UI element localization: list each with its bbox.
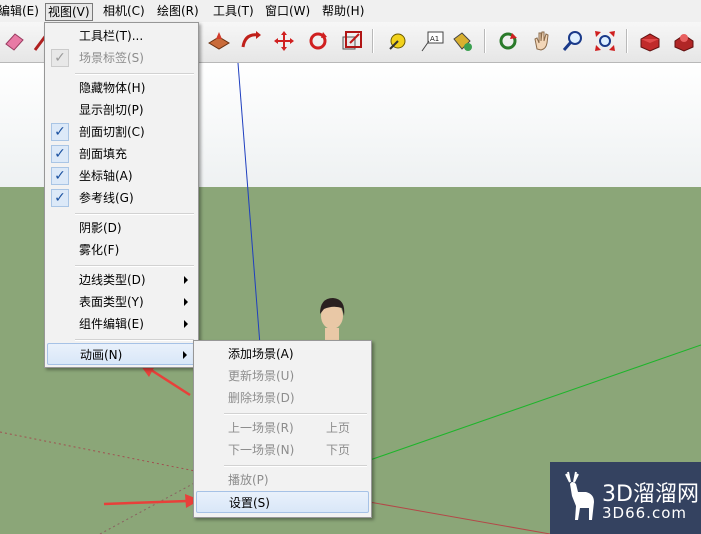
menu-item-label: 删除场景(D) bbox=[228, 391, 295, 405]
menu-item-label: 雾化(F) bbox=[79, 243, 120, 257]
blue-axis bbox=[237, 62, 261, 346]
menu-item-guides[interactable]: ✓ 参考线(G) bbox=[47, 187, 196, 209]
menu-item-label: 更新场景(U) bbox=[228, 369, 295, 383]
menu-item-label: 显示剖切(P) bbox=[79, 103, 144, 117]
menu-item-label: 动画(N) bbox=[80, 348, 123, 362]
menu-item-delete-scene[interactable]: 删除场景(D) bbox=[196, 387, 369, 409]
menu-item-edge-style[interactable]: 边线类型(D) bbox=[47, 269, 196, 291]
checkmark-icon: ✓ bbox=[51, 167, 69, 185]
green-axis bbox=[369, 344, 701, 461]
menu-separator bbox=[75, 73, 194, 75]
checkmark-icon: ✓ bbox=[51, 49, 69, 67]
red-axis-dotted bbox=[0, 431, 201, 473]
submenu-arrow-icon bbox=[184, 298, 188, 306]
checkmark-icon: ✓ bbox=[51, 123, 69, 141]
submenu-arrow-icon bbox=[184, 320, 188, 328]
checkmark-icon: ✓ bbox=[51, 189, 69, 207]
menu-item-label: 剖面切割(C) bbox=[79, 125, 145, 139]
menu-item-shadows[interactable]: 阴影(D) bbox=[47, 217, 196, 239]
menu-item-label: 播放(P) bbox=[228, 473, 269, 487]
menu-item-component-edit[interactable]: 组件编辑(E) bbox=[47, 313, 196, 335]
menu-item-label: 场景标签(S) bbox=[79, 51, 144, 65]
shortcut-label: 下页 bbox=[326, 443, 351, 457]
menu-item-fog[interactable]: 雾化(F) bbox=[47, 239, 196, 261]
menu-item-toolbars[interactable]: 工具栏(T)... bbox=[47, 25, 196, 47]
menu-separator bbox=[75, 213, 194, 215]
menu-item-scene-tabs[interactable]: ✓ 场景标签(S) bbox=[47, 47, 196, 69]
checkmark-icon: ✓ bbox=[51, 145, 69, 163]
menu-item-label: 添加场景(A) bbox=[228, 347, 294, 361]
menu-separator bbox=[75, 339, 194, 341]
menu-item-label: 隐藏物体(H) bbox=[79, 81, 146, 95]
menu-item-label: 工具栏(T)... bbox=[79, 29, 144, 43]
menu-item-label: 参考线(G) bbox=[79, 191, 134, 205]
menu-item-label: 下一场景(N) bbox=[228, 443, 295, 457]
menu-item-section-fill[interactable]: ✓ 剖面填充 bbox=[47, 143, 196, 165]
menu-item-label: 阴影(D) bbox=[79, 221, 122, 235]
menu-item-update-scene[interactable]: 更新场景(U) bbox=[196, 365, 369, 387]
menu-item-hidden-geometry[interactable]: 隐藏物体(H) bbox=[47, 77, 196, 99]
menu-item-label: 坐标轴(A) bbox=[79, 169, 133, 183]
annotation-arrow-2 bbox=[103, 494, 200, 508]
menu-item-label: 表面类型(Y) bbox=[79, 295, 144, 309]
watermark-url: 3D66.com bbox=[602, 504, 687, 522]
submenu-arrow-icon bbox=[183, 351, 187, 359]
menu-item-face-style[interactable]: 表面类型(Y) bbox=[47, 291, 196, 313]
menu-item-label: 组件编辑(E) bbox=[79, 317, 144, 331]
menu-item-next-scene[interactable]: 下一场景(N) 下页 bbox=[196, 439, 369, 461]
submenu-arrow-icon bbox=[184, 276, 188, 284]
menu-separator bbox=[224, 413, 367, 415]
deer-logo-icon bbox=[565, 471, 594, 520]
menu-item-animation[interactable]: 动画(N) bbox=[47, 343, 196, 365]
menu-separator bbox=[224, 465, 367, 467]
menu-item-label: 设置(S) bbox=[229, 496, 270, 510]
menu-item-settings[interactable]: 设置(S) bbox=[196, 491, 369, 513]
menu-item-label: 上一场景(R) bbox=[228, 421, 294, 435]
menu-item-label: 剖面填充 bbox=[79, 147, 128, 161]
menu-item-play[interactable]: 播放(P) bbox=[196, 469, 369, 491]
menu-item-section-planes[interactable]: 显示剖切(P) bbox=[47, 99, 196, 121]
menu-item-previous-scene[interactable]: 上一场景(R) 上页 bbox=[196, 417, 369, 439]
shortcut-label: 上页 bbox=[326, 421, 351, 435]
menu-item-axes[interactable]: ✓ 坐标轴(A) bbox=[47, 165, 196, 187]
view-menu: 工具栏(T)... ✓ 场景标签(S) 隐藏物体(H) 显示剖切(P) ✓ 剖面切割… bbox=[44, 22, 199, 368]
animation-submenu: 添加场景(A) 更新场景(U) 删除场景(D) 上一场景(R) 上页 下一场景(N… bbox=[193, 340, 372, 518]
watermark-logo: 3D溜溜网 3D66.com bbox=[550, 462, 701, 534]
menu-separator bbox=[75, 265, 194, 267]
green-axis-dotted bbox=[99, 479, 201, 534]
menu-item-section-cuts[interactable]: ✓ 剖面切割(C) bbox=[47, 121, 196, 143]
menu-item-label: 边线类型(D) bbox=[79, 273, 146, 287]
menu-item-add-scene[interactable]: 添加场景(A) bbox=[196, 343, 369, 365]
